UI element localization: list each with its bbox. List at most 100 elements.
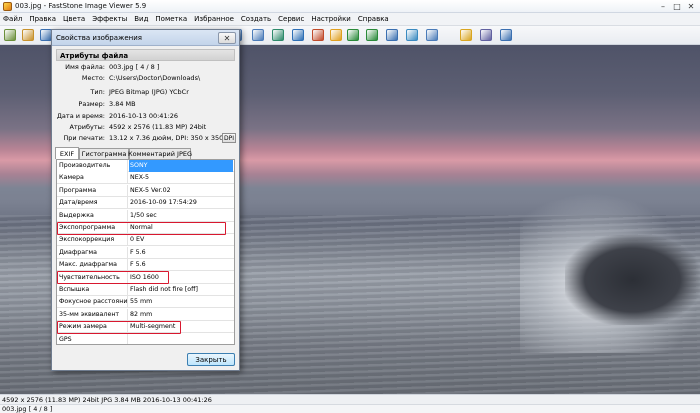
minimize-icon[interactable]: – — [656, 0, 670, 12]
exif-value: NEX-5 Ver.02 — [130, 186, 171, 194]
exif-value: SONY — [129, 160, 233, 172]
attr-value: C:\Users\Doctor\Downloads\ — [109, 74, 201, 82]
app-icon — [3, 2, 12, 11]
image-properties-dialog: Свойства изображения ✕ Атрибуты файла Им… — [51, 29, 240, 371]
tab-exif[interactable]: EXIF — [55, 147, 79, 159]
exif-row[interactable]: Фокусное расстояние 55 mm — [57, 296, 234, 309]
window-titlebar: 003.jpg - FastStone Image Viewer 5.9 – □… — [0, 0, 700, 13]
browse-icon[interactable] — [22, 29, 34, 41]
annotation-highlight-box — [57, 320, 181, 334]
attr-print-size: При печати: 13.12 x 7.36 дюйм, DPI: 350 … — [52, 134, 239, 143]
exif-row[interactable]: Экспокоррекция 0 EV — [57, 234, 234, 247]
exif-key: Выдержка — [57, 209, 128, 222]
window-title: 003.jpg - FastStone Image Viewer 5.9 — [15, 2, 147, 10]
open-folder-icon[interactable] — [4, 29, 16, 41]
attr-type: Тип: JPEG Bitmap (JPG) YCbCr — [52, 88, 239, 97]
status-image-info: 4592 x 2576 (11.83 MP) 24bit JPG 3.84 MB… — [2, 396, 212, 404]
attr-filename: Имя файла: 003.jpg [ 4 / 8 ] — [52, 63, 239, 72]
resize-icon[interactable] — [292, 29, 304, 41]
attr-label: Атрибуты: — [69, 123, 105, 131]
exif-row[interactable]: Камера NEX-5 — [57, 172, 234, 185]
status-file-position: 003.jpg [ 4 / 8 ] — [2, 405, 53, 413]
exif-key: GPS — [57, 333, 128, 344]
attr-value: 4592 x 2576 (11.83 MP) 24bit — [109, 123, 207, 131]
exif-key: Фокусное расстояние — [57, 296, 128, 309]
attr-location: Место: C:\Users\Doctor\Downloads\ — [52, 74, 239, 83]
photo-rock — [565, 235, 700, 325]
menu-favorites[interactable]: Избранное — [194, 15, 234, 23]
menu-effects[interactable]: Эффекты — [92, 15, 127, 23]
menu-create[interactable]: Создать — [241, 15, 271, 23]
exif-key: Программа — [57, 184, 128, 197]
attr-datetime: Дата и время: 2016-10-13 00:41:26 — [52, 112, 239, 121]
email-icon[interactable] — [460, 29, 472, 41]
flip-icon[interactable] — [386, 29, 398, 41]
exif-row[interactable]: Выдержка 1/50 sec — [57, 209, 234, 222]
crop-icon[interactable] — [272, 29, 284, 41]
exif-row[interactable]: Вспышка Flash did not fire [off] — [57, 284, 234, 296]
exif-value: F 5.6 — [130, 248, 146, 256]
menu-bar: Файл Правка Цвета Эффекты Вид Пометка Из… — [0, 13, 700, 26]
rotate-right-icon[interactable] — [366, 29, 378, 41]
attr-label: Тип: — [90, 88, 105, 96]
dialog-title: Свойства изображения — [56, 34, 142, 42]
exif-value: Flash did not fire [off] — [130, 286, 198, 293]
compare-icon[interactable] — [426, 29, 438, 41]
exif-key: Макс. диафрагма — [57, 259, 128, 272]
exif-key: Дата/время — [57, 197, 128, 210]
sharpen-icon[interactable] — [330, 29, 342, 41]
exif-table[interactable]: Производитель SONY Камера NEX-5 Программа NEX… — [56, 159, 235, 345]
settings-icon[interactable] — [500, 29, 512, 41]
menu-colors[interactable]: Цвета — [63, 15, 85, 23]
exif-row[interactable]: Программа NEX-5 Ver.02 — [57, 184, 234, 197]
status-bar-secondary: 003.jpg [ 4 / 8 ] — [0, 404, 700, 413]
attr-value: 2016-10-13 00:41:26 — [109, 112, 179, 120]
tab-jpeg-comment[interactable]: Комментарий JPEG — [128, 148, 192, 159]
annotation-highlight-box — [57, 221, 226, 235]
maximize-icon[interactable]: □ — [670, 0, 684, 12]
attr-label: При печати: — [63, 134, 105, 142]
attr-value: 13.12 x 7.36 дюйм, DPI: 350 x 350 — [109, 134, 224, 142]
exif-value: 2016-10-09 17:54:29 — [130, 199, 197, 207]
annotation-highlight-box — [57, 271, 169, 285]
attr-value: JPEG Bitmap (JPG) YCbCr — [109, 88, 189, 96]
menu-view[interactable]: Вид — [134, 15, 148, 23]
status-bar: 4592 x 2576 (11.83 MP) 24bit JPG 3.84 MB… — [0, 394, 700, 404]
menu-tools[interactable]: Сервис — [278, 15, 304, 23]
exif-key: Экспокоррекция — [57, 234, 128, 247]
close-icon[interactable]: ✕ — [684, 0, 698, 12]
attr-value: 3.84 MB — [109, 100, 136, 108]
menu-edit[interactable]: Правка — [29, 15, 56, 23]
dpi-button[interactable]: DPI — [222, 133, 236, 143]
menu-settings[interactable]: Настройки — [311, 15, 351, 23]
dialog-titlebar: Свойства изображения ✕ — [52, 30, 239, 46]
window-controls: – □ ✕ — [656, 0, 698, 12]
attr-label: Имя файла: — [65, 63, 105, 71]
zoom-icon[interactable] — [252, 29, 264, 41]
exif-value: NEX-5 — [130, 174, 149, 182]
exif-value: 82 mm — [130, 310, 153, 318]
exif-row[interactable]: Производитель SONY — [57, 160, 234, 172]
menu-help[interactable]: Справка — [358, 15, 389, 23]
rotate-left-icon[interactable] — [347, 29, 359, 41]
exif-row[interactable]: Макс. диафрагма F 5.6 — [57, 259, 234, 272]
slideshow-icon[interactable] — [406, 29, 418, 41]
exif-value: F 5.6 — [130, 261, 146, 269]
exif-row[interactable]: Диафрагма F 5.6 — [57, 246, 234, 259]
attr-size: Размер: 3.84 MB — [52, 100, 239, 109]
close-button[interactable]: Закрыть — [187, 353, 235, 366]
menu-tag[interactable]: Пометка — [155, 15, 187, 23]
attr-label: Дата и время: — [56, 112, 105, 120]
dialog-close-icon[interactable]: ✕ — [218, 32, 236, 44]
exif-value: 0 EV — [130, 236, 145, 244]
tab-histogram[interactable]: Гистограмма — [79, 148, 129, 159]
exif-row[interactable]: GPS — [57, 333, 234, 344]
file-attributes-title: Атрибуты файла — [60, 52, 129, 60]
exif-row[interactable]: 35-мм эквивалент 82 mm — [57, 308, 234, 321]
print-icon[interactable] — [480, 29, 492, 41]
color-adjust-icon[interactable] — [312, 29, 324, 41]
attr-value: 003.jpg [ 4 / 8 ] — [109, 63, 160, 71]
attr-label: Место: — [81, 74, 105, 82]
exif-row[interactable]: Дата/время 2016-10-09 17:54:29 — [57, 197, 234, 210]
menu-file[interactable]: Файл — [3, 15, 22, 23]
